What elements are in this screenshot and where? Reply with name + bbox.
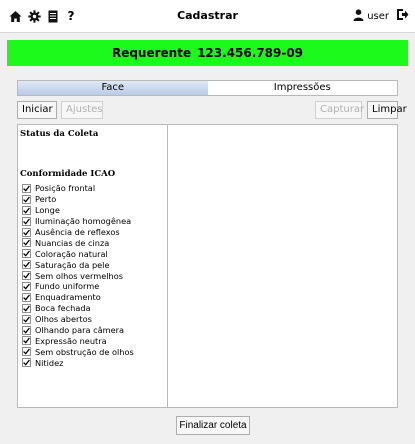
icao-check-item: Ausência de reflexos xyxy=(22,227,168,238)
checkbox[interactable] xyxy=(22,336,31,346)
checkbox[interactable] xyxy=(22,292,31,302)
icao-check-item: Olhos abertos xyxy=(22,314,168,325)
icao-check-item: Boca fechada xyxy=(22,303,168,314)
start-button[interactable]: Iniciar xyxy=(17,101,57,119)
checkbox[interactable] xyxy=(22,227,31,237)
capture-button[interactable]: Capturar xyxy=(315,101,364,119)
check-label: Posição frontal xyxy=(35,183,96,194)
requester-label: Requerente xyxy=(111,46,192,60)
icao-check-item: Expressão neutra xyxy=(22,335,168,346)
requester-id: 123.456.789-09 xyxy=(197,46,304,60)
icao-check-item: Iluminação homogênea xyxy=(22,216,168,227)
check-icon xyxy=(23,272,30,279)
icao-check-item: Posição frontal xyxy=(22,183,168,194)
check-icon xyxy=(23,229,30,236)
tab-face[interactable]: Face xyxy=(18,81,208,95)
check-icon xyxy=(23,185,30,192)
checkbox[interactable] xyxy=(22,347,31,357)
checkbox[interactable] xyxy=(22,238,31,248)
icao-check-item: Fundo uniforme xyxy=(22,281,168,292)
check-label: Saturação da pele xyxy=(35,259,110,270)
check-icon xyxy=(23,250,30,257)
checkbox[interactable] xyxy=(22,325,31,335)
check-label: Perto xyxy=(35,194,57,205)
check-icon xyxy=(23,338,30,345)
status-panel: Status da Coleta Conformidade ICAO Posiç… xyxy=(17,124,168,408)
check-label: Olhando para câmera xyxy=(35,325,125,336)
check-label: Nuancias de cinza xyxy=(35,237,110,248)
checkbox[interactable] xyxy=(22,314,31,324)
check-icon xyxy=(23,348,30,355)
icao-check-item: Nuancias de cinza xyxy=(22,237,168,248)
icao-check-item: Saturação da pele xyxy=(22,259,168,270)
adjust-button[interactable]: Ajustes xyxy=(61,101,103,119)
check-icon xyxy=(23,196,30,203)
check-icon xyxy=(23,283,30,290)
status-title: Status da Coleta xyxy=(20,129,99,139)
user-label: user xyxy=(367,10,389,22)
check-icon xyxy=(23,207,30,214)
check-label: Boca fechada xyxy=(35,303,91,314)
check-label: Nitidez xyxy=(35,357,64,368)
check-icon xyxy=(23,294,30,301)
icao-check-item: Nitidez xyxy=(22,357,168,368)
capture-tabs: Face Impressões xyxy=(17,80,398,96)
check-icon xyxy=(23,261,30,268)
checkbox[interactable] xyxy=(22,260,31,270)
checkbox[interactable] xyxy=(22,271,31,281)
checkbox[interactable] xyxy=(22,249,31,259)
checkbox[interactable] xyxy=(22,303,31,313)
checkbox[interactable] xyxy=(22,216,31,226)
checkbox[interactable] xyxy=(22,358,31,368)
checkbox[interactable] xyxy=(22,183,31,193)
check-label: Longe xyxy=(35,205,60,216)
toolbar: Iniciar Ajustes Capturar Limpar xyxy=(17,99,407,121)
user-icon xyxy=(353,8,364,24)
check-label: Sem obstrução de olhos xyxy=(35,346,134,357)
check-icon xyxy=(23,305,30,312)
checkbox[interactable] xyxy=(22,281,31,291)
top-bar: ? Cadastrar user xyxy=(0,0,415,33)
icao-checklist: Posição frontal Perto Longe Iluminação homo… xyxy=(22,183,168,368)
check-label: Coloração natural xyxy=(35,248,108,259)
tab-impressions[interactable]: Impressões xyxy=(207,81,397,95)
icao-check-item: Enquadramento xyxy=(22,292,168,303)
icao-check-item: Sem olhos vermelhos xyxy=(22,270,168,281)
user-menu[interactable]: user xyxy=(353,8,409,24)
check-label: Enquadramento xyxy=(35,292,101,303)
check-label: Ausência de reflexos xyxy=(35,227,120,237)
logout-icon[interactable] xyxy=(396,8,409,24)
icao-check-item: Longe xyxy=(22,205,168,216)
camera-preview xyxy=(168,124,398,408)
icao-check-item: Sem obstrução de olhos xyxy=(22,346,168,357)
check-label: Iluminação homogênea xyxy=(35,216,132,227)
check-icon xyxy=(23,359,30,366)
icao-check-item: Coloração natural xyxy=(22,248,168,259)
check-label: Fundo uniforme xyxy=(35,281,100,292)
check-icon xyxy=(23,327,30,334)
check-icon xyxy=(23,316,30,323)
clear-button[interactable]: Limpar xyxy=(367,101,407,119)
requester-banner: Requerente 123.456.789-09 xyxy=(7,40,408,66)
check-label: Olhos abertos xyxy=(35,314,92,325)
icao-check-item: Olhando para câmera xyxy=(22,325,168,336)
check-label: Expressão neutra xyxy=(35,335,107,346)
icao-title: Conformidade ICAO xyxy=(20,169,116,179)
finalize-button[interactable]: Finalizar coleta xyxy=(176,416,250,435)
check-icon xyxy=(23,218,30,225)
checkbox[interactable] xyxy=(22,194,31,204)
check-icon xyxy=(23,239,30,247)
checkbox[interactable] xyxy=(22,205,31,215)
icao-check-item: Perto xyxy=(22,194,168,205)
check-label: Sem olhos vermelhos xyxy=(35,270,124,281)
